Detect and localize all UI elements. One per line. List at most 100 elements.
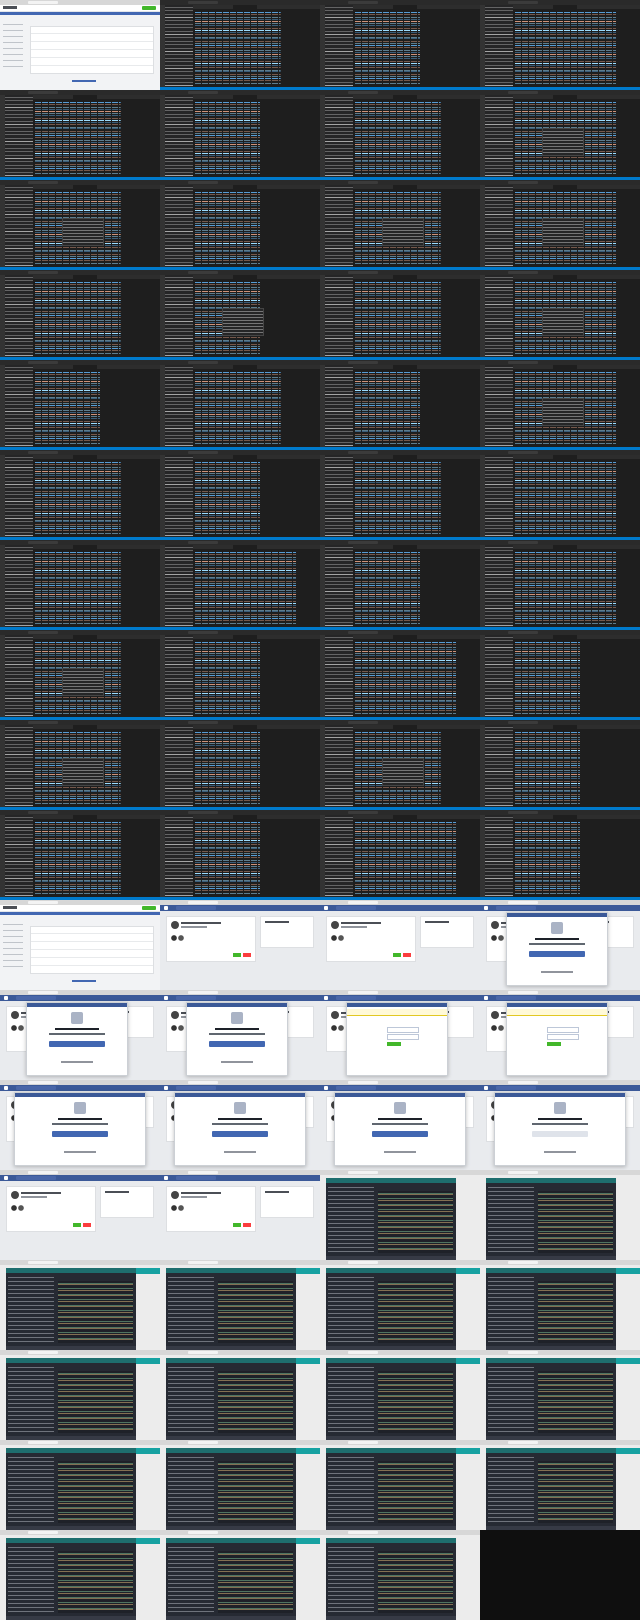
dialog-header (347, 1003, 447, 1007)
post-part-ln (21, 1192, 61, 1194)
dashboard-thumbnail (480, 1170, 640, 1260)
facebook-bar (480, 905, 640, 911)
file-explorer (165, 365, 193, 447)
vscode-thumbnail (480, 90, 640, 180)
login-dialog (186, 1002, 288, 1076)
dashboard-list (328, 1365, 374, 1433)
editor-tabs (513, 275, 640, 279)
app-logo-icon (554, 1102, 566, 1114)
vscode-thumbnail (320, 630, 480, 720)
vscode-thumbnail (160, 360, 320, 450)
file-explorer (165, 5, 193, 87)
editor-tabs (193, 95, 320, 99)
teal-strip (136, 1448, 160, 1454)
editor-tabs (33, 725, 160, 729)
dashboard-window (326, 1178, 456, 1260)
editor-tabs (353, 95, 480, 99)
teal-strip (456, 1448, 480, 1454)
editor-tabs (193, 455, 320, 459)
dialog-header (507, 1003, 607, 1007)
vscode-thumbnail (160, 450, 320, 540)
dashboard-window (486, 1178, 616, 1260)
app-logo-icon (231, 1012, 243, 1024)
code-editor (515, 11, 634, 85)
browser-tabs (160, 1440, 320, 1445)
teal-strip (296, 1538, 320, 1544)
post-part-ln (181, 922, 221, 924)
post-part-av (11, 1191, 19, 1199)
facebook-page-thumbnail (320, 900, 480, 990)
dialog-title (378, 1118, 422, 1120)
login-button (547, 1042, 561, 1046)
code-editor (515, 551, 634, 625)
dialog-header (15, 1093, 145, 1097)
browser-tabs (480, 1440, 640, 1445)
admin-page-thumbnail (0, 900, 160, 990)
code-editor (195, 551, 314, 625)
top-navbar (0, 905, 160, 912)
dashboard-window (6, 1358, 136, 1440)
editor-tabs (33, 545, 160, 549)
password-field (387, 1034, 419, 1040)
dashboard-thumbnail (320, 1260, 480, 1350)
vscode-thumbnail (320, 810, 480, 900)
browser-tabs (160, 1350, 320, 1355)
post-part-b2 (243, 953, 251, 957)
app-logo-icon (71, 1012, 83, 1024)
file-explorer (325, 275, 353, 357)
vscode-thumbnail (0, 810, 160, 900)
browser-tabs (160, 1530, 320, 1535)
post-card (166, 1186, 256, 1232)
browser-tabs (0, 1530, 160, 1535)
password-field (547, 1034, 579, 1040)
dashboard-list (328, 1185, 374, 1253)
facebook-page-thumbnail (320, 1080, 480, 1170)
post-part-ln (181, 1192, 221, 1194)
browser-tabs (480, 1260, 640, 1265)
dashboard-code-panel (58, 1551, 133, 1613)
editor-tabs (353, 635, 480, 639)
vscode-thumbnail (160, 720, 320, 810)
dashboard-code-panel (58, 1281, 133, 1343)
dialog-title (538, 1118, 582, 1120)
dialog-footer (221, 1061, 253, 1063)
file-explorer (485, 545, 513, 627)
dashboard-list (168, 1275, 214, 1343)
dashboard-code-panel (218, 1371, 293, 1433)
facebook-page-thumbnail (160, 1170, 320, 1260)
editor-tabs (193, 545, 320, 549)
vscode-thumbnail (480, 270, 640, 360)
dashboard-list (328, 1275, 374, 1343)
editor-tabs (513, 365, 640, 369)
post-part-b1 (73, 1223, 81, 1227)
side-panel (420, 916, 474, 948)
vscode-thumbnail (0, 360, 160, 450)
dialog-text (529, 943, 585, 945)
editor-tabs (513, 455, 640, 459)
dashboard-thumbnail (480, 1260, 640, 1350)
dialog-text (212, 1123, 268, 1125)
editor-tabs (353, 185, 480, 189)
dashboard-thumbnail (0, 1530, 160, 1620)
autocomplete-popup (542, 398, 584, 426)
vscode-thumbnail (0, 450, 160, 540)
facebook-page-thumbnail (480, 1080, 640, 1170)
dashboard-thumbnail (0, 1440, 160, 1530)
teal-strip (296, 1268, 320, 1274)
post-part-imgs (11, 1205, 29, 1211)
editor-tabs (353, 545, 480, 549)
facebook-page-thumbnail (480, 990, 640, 1080)
app-logo-icon (74, 1102, 86, 1114)
dashboard-thumbnail (160, 1260, 320, 1350)
content-card (30, 926, 154, 974)
browser-tabs (320, 1440, 480, 1445)
post-part-av (491, 921, 499, 929)
dashboard-bottom-bar (326, 1616, 456, 1620)
file-explorer (5, 725, 33, 807)
dialog-header (187, 1003, 287, 1007)
action-button (142, 906, 156, 910)
warning-strip (507, 1009, 607, 1016)
vscode-thumbnail (160, 90, 320, 180)
post-part-ln2 (181, 926, 207, 928)
vscode-thumbnail (160, 0, 320, 90)
